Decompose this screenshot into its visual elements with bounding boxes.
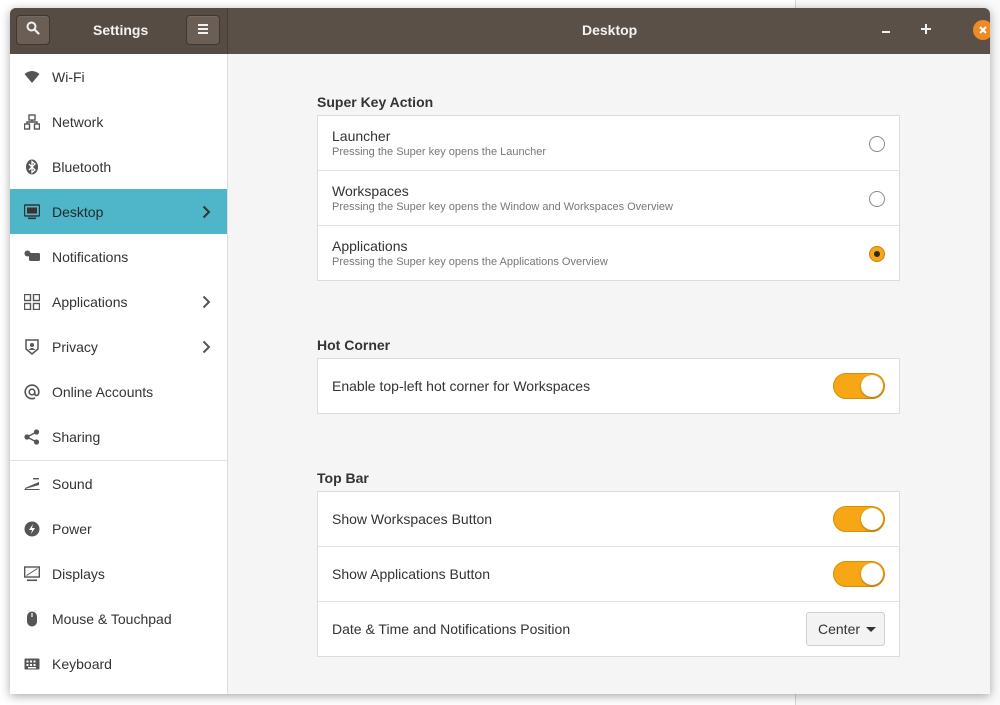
network-icon <box>24 113 40 130</box>
workspaces-button-row: Show Workspaces Button <box>318 492 899 547</box>
position-dropdown[interactable]: Center <box>806 612 885 646</box>
sidebar-item-notifications[interactable]: Notifications <box>10 234 227 279</box>
power-icon <box>24 521 40 537</box>
sidebar-title: Settings <box>93 22 149 38</box>
option-description: Pressing the Super key opens the Window … <box>332 201 673 213</box>
sidebar-item-mouse-touchpad[interactable]: Mouse & Touchpad <box>10 596 227 641</box>
sidebar-item-label: Privacy <box>52 338 98 355</box>
sidebar-item-online-accounts[interactable]: Online Accounts <box>10 369 227 414</box>
sidebar-item-network[interactable]: Network <box>10 99 227 144</box>
settings-window: Settings Desktop Wi-Fi Network Bluetooth… <box>10 8 990 694</box>
content-header: Desktop <box>228 8 990 54</box>
main-content: Super Key Action Launcher Pressing the S… <box>228 54 990 694</box>
sidebar-item-label: Power <box>52 520 92 537</box>
minimize-button[interactable] <box>875 19 897 41</box>
position-row: Date & Time and Notifications Position C… <box>318 602 899 657</box>
minimize-icon <box>881 21 891 39</box>
sidebar-item-label: Sharing <box>52 428 101 445</box>
radio-launcher[interactable] <box>869 136 885 152</box>
applications-button-label: Show Applications Button <box>332 566 490 582</box>
position-label: Date & Time and Notifications Position <box>332 621 571 637</box>
applications-button-row: Show Applications Button <box>318 547 899 602</box>
mouse-icon <box>24 611 40 627</box>
section-heading-super-key: Super Key Action <box>317 94 434 110</box>
privacy-icon <box>24 338 40 355</box>
titlebar: Settings Desktop <box>10 8 990 54</box>
hot-corner-row: Enable top-left hot corner for Workspace… <box>318 359 899 413</box>
displays-icon <box>24 565 40 582</box>
wifi-icon <box>24 69 40 85</box>
super-key-list: Launcher Pressing the Super key opens th… <box>317 115 900 281</box>
sidebar-item-power[interactable]: Power <box>10 506 227 551</box>
menu-button[interactable] <box>186 15 220 45</box>
search-button[interactable] <box>16 15 50 45</box>
sidebar-item-label: Wi-Fi <box>52 68 85 85</box>
radio-applications[interactable] <box>869 246 885 262</box>
sidebar-item-privacy[interactable]: Privacy <box>10 324 227 369</box>
desktop-icon <box>24 203 40 220</box>
radio-workspaces[interactable] <box>869 191 885 207</box>
search-icon <box>26 21 40 40</box>
sidebar-item-sharing[interactable]: Sharing <box>10 414 227 459</box>
sidebar-item-wifi[interactable]: Wi-Fi <box>10 54 227 99</box>
close-button[interactable] <box>973 20 990 40</box>
sidebar: Wi-Fi Network Bluetooth Desktop Notifica… <box>10 54 228 694</box>
hot-corner-switch[interactable] <box>833 373 885 399</box>
hot-corner-label: Enable top-left hot corner for Workspace… <box>332 378 591 394</box>
sidebar-header: Settings <box>10 8 228 54</box>
chevron-down-icon <box>866 626 877 632</box>
sidebar-item-label: Displays <box>52 565 105 582</box>
sound-icon <box>24 476 40 492</box>
option-title: Workspaces <box>332 183 409 199</box>
keyboard-icon <box>24 656 40 672</box>
option-description: Pressing the Super key opens the Launche… <box>332 146 547 158</box>
option-workspaces[interactable]: Workspaces Pressing the Super key opens … <box>318 171 899 226</box>
sidebar-item-sound[interactable]: Sound <box>10 461 227 506</box>
bluetooth-icon <box>24 159 40 175</box>
sidebar-item-label: Applications <box>52 293 128 310</box>
sidebar-item-displays[interactable]: Displays <box>10 551 227 596</box>
sidebar-item-label: Bluetooth <box>52 158 112 175</box>
option-description: Pressing the Super key opens the Applica… <box>332 256 608 268</box>
sidebar-item-label: Online Accounts <box>52 383 154 400</box>
page-title: Desktop <box>582 22 638 38</box>
sidebar-item-label: Desktop <box>52 203 104 220</box>
option-applications[interactable]: Applications Pressing the Super key open… <box>318 226 899 281</box>
applications-button-switch[interactable] <box>833 561 885 587</box>
workspaces-button-switch[interactable] <box>833 506 885 532</box>
share-icon <box>24 428 40 445</box>
sidebar-item-label: Keyboard <box>52 655 112 672</box>
top-bar-list: Show Workspaces Button Show Applications… <box>317 491 900 657</box>
maximize-icon <box>921 21 931 39</box>
chevron-right-icon <box>200 205 212 219</box>
sidebar-item-label: Network <box>52 113 104 130</box>
sidebar-item-applications[interactable]: Applications <box>10 279 227 324</box>
option-title: Applications <box>332 238 408 254</box>
maximize-button[interactable] <box>915 19 937 41</box>
sidebar-item-bluetooth[interactable]: Bluetooth <box>10 144 227 189</box>
notifications-icon <box>24 249 40 265</box>
chevron-right-icon <box>200 295 212 309</box>
sidebar-item-label: Sound <box>52 475 93 492</box>
menu-icon <box>197 21 209 39</box>
switch-knob <box>861 508 883 530</box>
option-title: Launcher <box>332 128 391 144</box>
hot-corner-list: Enable top-left hot corner for Workspace… <box>317 358 900 414</box>
at-icon <box>24 383 40 400</box>
sidebar-item-keyboard[interactable]: Keyboard <box>10 641 227 686</box>
switch-knob <box>861 375 883 397</box>
applications-icon <box>24 293 40 310</box>
sidebar-item-label: Mouse & Touchpad <box>52 610 172 627</box>
section-heading-top-bar: Top Bar <box>317 470 369 486</box>
section-heading-hot-corner: Hot Corner <box>317 337 391 353</box>
sidebar-item-label: Notifications <box>52 248 129 265</box>
close-icon <box>979 21 987 39</box>
option-launcher[interactable]: Launcher Pressing the Super key opens th… <box>318 116 899 171</box>
workspaces-button-label: Show Workspaces Button <box>332 511 493 527</box>
switch-knob <box>861 563 883 585</box>
position-value: Center <box>818 621 861 637</box>
chevron-right-icon <box>200 340 212 354</box>
sidebar-item-desktop[interactable]: Desktop <box>10 189 227 234</box>
